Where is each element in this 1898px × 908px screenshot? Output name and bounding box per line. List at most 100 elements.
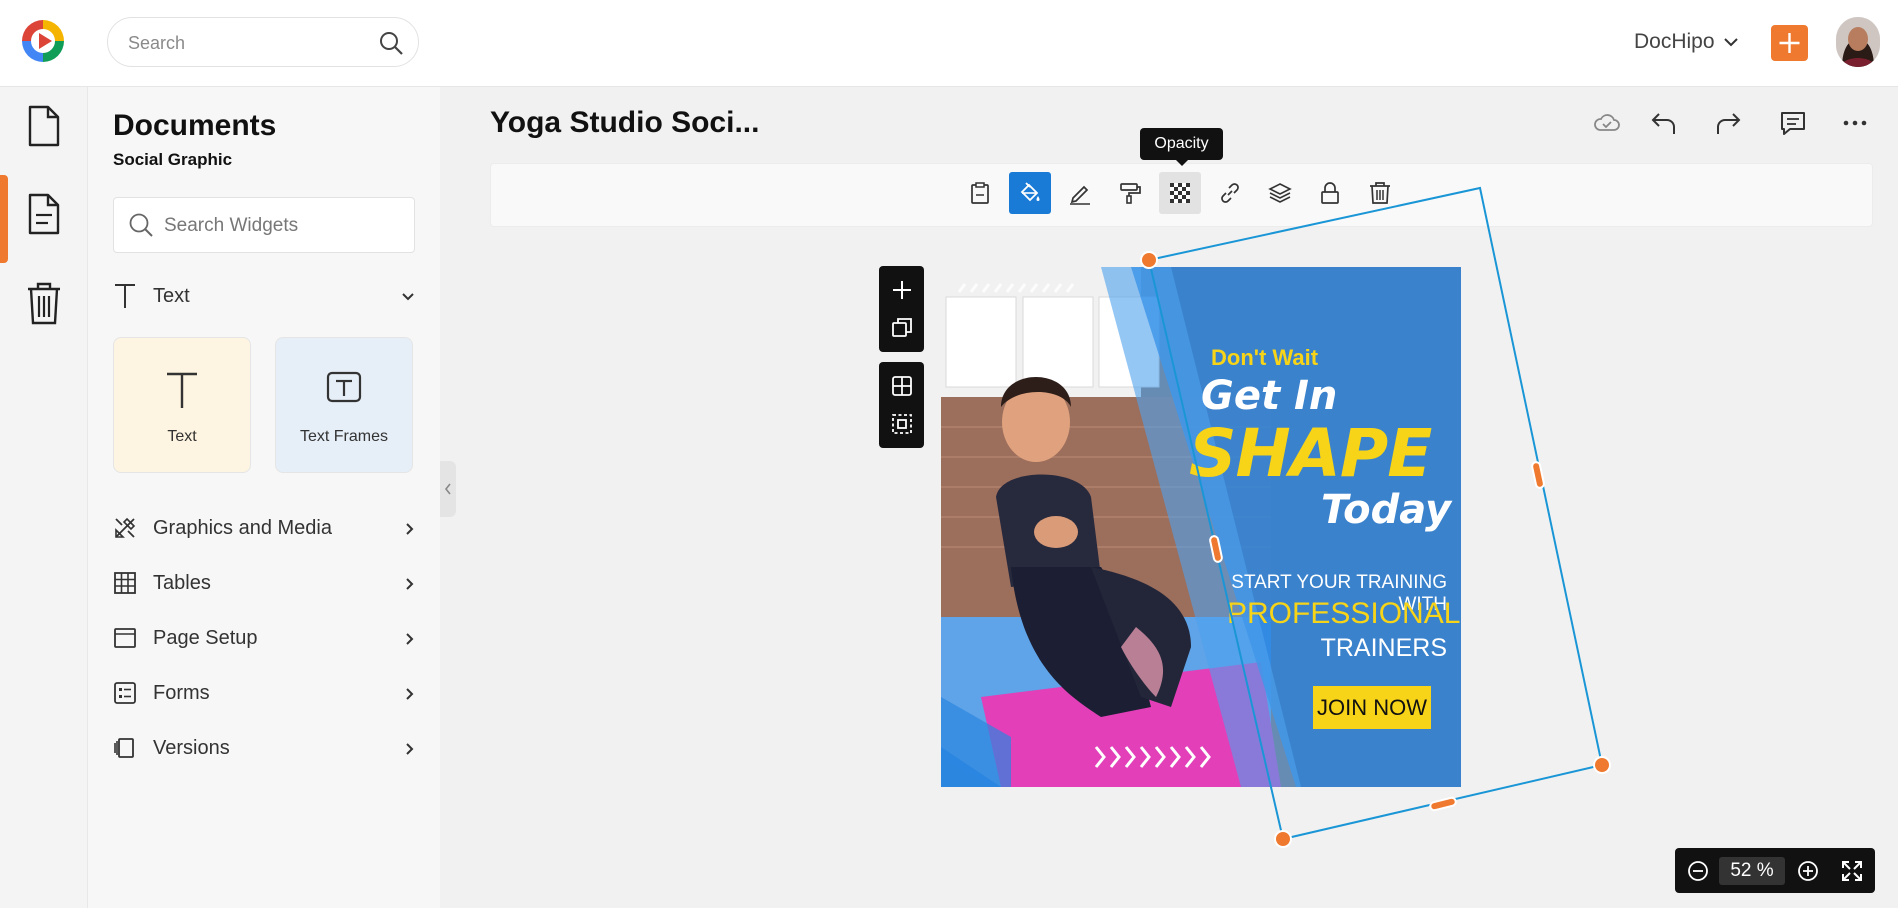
chevron-right-icon <box>406 523 414 535</box>
nav-versions[interactable]: Versions <box>113 730 415 770</box>
table-icon <box>114 572 136 594</box>
lock-button[interactable] <box>1309 172 1351 214</box>
element-toolbar <box>490 163 1873 227</box>
panel-subtitle: Social Graphic <box>113 150 233 169</box>
design-canvas[interactable]: Don't Wait Get In SHAPE Today START YOUR… <box>941 267 1461 787</box>
text-section-toggle[interactable]: Text <box>113 282 415 322</box>
fullscreen-icon[interactable] <box>1840 859 1864 883</box>
search-icon <box>129 213 153 237</box>
layers-button[interactable] <box>1259 172 1301 214</box>
search-icon[interactable] <box>378 30 404 56</box>
resize-handle[interactable] <box>1140 251 1158 269</box>
link-button[interactable] <box>1209 172 1251 214</box>
undo-icon[interactable] <box>1649 108 1679 138</box>
page-setup-icon <box>114 628 136 648</box>
paint-bucket-icon <box>1020 182 1040 202</box>
text-section-label: Text <box>153 285 190 307</box>
zoom-in-icon[interactable] <box>1797 860 1819 882</box>
chevron-right-icon <box>406 688 414 700</box>
left-rail <box>0 87 88 908</box>
zoom-out-icon[interactable] <box>1687 860 1709 882</box>
text-frames-widget-label: Text Frames <box>299 428 388 445</box>
design-dont-wait[interactable]: Don't Wait <box>1211 345 1318 371</box>
border-color-button[interactable] <box>1059 172 1101 214</box>
pen-icon <box>1070 185 1090 205</box>
resize-handle[interactable] <box>1274 830 1292 848</box>
paint-roller-icon <box>1120 183 1141 204</box>
chevron-right-icon <box>406 578 414 590</box>
documents-icon <box>28 105 60 147</box>
text-widget-label: Text <box>167 428 197 445</box>
widget-search-placeholder: Search Widgets <box>164 215 299 236</box>
redo-icon[interactable] <box>1713 108 1743 138</box>
search-input[interactable]: Search <box>107 17 419 67</box>
chevron-down-icon <box>402 293 414 301</box>
side-handle[interactable] <box>1429 796 1457 812</box>
opacity-tooltip: Opacity <box>1140 128 1223 160</box>
text-widget-card[interactable]: Text <box>113 337 251 473</box>
grid-select-bar <box>879 362 924 448</box>
layers-icon <box>1268 183 1292 203</box>
opacity-button[interactable] <box>1159 172 1201 214</box>
duplicate-icon[interactable] <box>890 316 914 340</box>
nav-graphics-label: Graphics and Media <box>153 517 332 539</box>
search-placeholder: Search <box>128 33 186 53</box>
add-document-button[interactable] <box>1771 25 1808 61</box>
document-title[interactable]: Yoga Studio Soci... <box>490 106 759 140</box>
rail-item-trash[interactable] <box>0 263 88 343</box>
nav-page-setup-label: Page Setup <box>153 627 258 649</box>
text-frames-widget-card[interactable]: Text Frames <box>275 337 413 473</box>
chevron-down-icon[interactable] <box>1723 36 1739 48</box>
rail-item-documents[interactable] <box>0 87 88 167</box>
trash-icon <box>28 282 60 325</box>
grid-icon[interactable] <box>890 374 914 398</box>
opacity-icon <box>1170 183 1190 203</box>
join-now-label[interactable]: JOIN NOW <box>1313 695 1431 721</box>
nav-page-setup[interactable]: Page Setup <box>113 620 415 660</box>
zoom-value-box[interactable]: 52 % <box>1719 857 1785 885</box>
format-painter-button[interactable] <box>1109 172 1151 214</box>
text-frame-icon <box>326 371 362 403</box>
tooltip-arrow <box>1175 159 1189 166</box>
fill-color-button[interactable] <box>1009 172 1051 214</box>
comment-icon[interactable] <box>1778 108 1808 138</box>
design-line3[interactable]: TRAINERS <box>1227 634 1447 663</box>
more-options-icon[interactable] <box>1840 108 1870 138</box>
lock-icon <box>1321 182 1339 204</box>
nav-versions-label: Versions <box>153 737 230 759</box>
text-icon <box>115 284 135 308</box>
side-handle[interactable] <box>1531 461 1545 489</box>
zoom-control: 52 % <box>1675 848 1875 893</box>
nav-tables[interactable]: Tables <box>113 565 415 605</box>
nav-forms-label: Forms <box>153 682 210 704</box>
delete-button[interactable] <box>1359 172 1401 214</box>
nav-forms[interactable]: Forms <box>113 675 415 715</box>
resize-handle[interactable] <box>1593 756 1611 774</box>
chevron-right-icon <box>406 633 414 645</box>
widgets-panel: Documents Social Graphic Search Widgets … <box>88 87 440 908</box>
document-page-icon <box>28 193 60 235</box>
workspace-name[interactable]: DocHipo <box>1634 30 1715 54</box>
dochipo-logo-icon[interactable] <box>20 18 66 64</box>
design-today[interactable]: Today <box>1321 487 1451 533</box>
avatar[interactable] <box>1836 17 1880 67</box>
collapse-panel-handle[interactable] <box>440 461 456 517</box>
zoom-unit: % <box>1756 860 1774 881</box>
add-page-icon[interactable] <box>890 278 914 302</box>
zoom-value: 52 <box>1730 860 1752 881</box>
design-line2[interactable]: PROFESSIONAL <box>1227 597 1460 631</box>
nav-graphics-and-media[interactable]: Graphics and Media <box>113 510 415 550</box>
chevron-right-icon <box>406 743 414 755</box>
forms-icon <box>114 682 136 704</box>
select-area-icon[interactable] <box>890 412 914 436</box>
design-get-in[interactable]: Get In <box>1201 373 1337 419</box>
link-icon <box>1221 183 1239 203</box>
top-bar: Search DocHipo <box>0 0 1898 87</box>
graphics-icon <box>115 517 136 538</box>
nav-tables-label: Tables <box>153 572 211 594</box>
design-shape[interactable]: SHAPE <box>1189 415 1432 492</box>
cloud-saved-icon[interactable] <box>1592 108 1622 138</box>
widget-search-input[interactable]: Search Widgets <box>113 197 415 253</box>
paste-button[interactable] <box>959 172 1001 214</box>
rail-item-document-page[interactable] <box>0 175 88 263</box>
